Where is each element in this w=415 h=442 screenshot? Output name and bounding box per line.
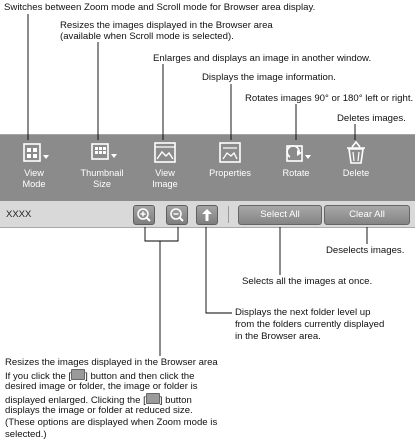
annotation-view-mode: Switches between Zoom mode and Scroll mo… (4, 2, 316, 13)
annotation-folder-up-3: in the Browser area. (235, 331, 321, 342)
annotation-clear-all: Deselects images. (326, 245, 405, 256)
view-image-label-2: Image (152, 178, 178, 189)
thumbnail-size-label-1: Thumbnail (80, 168, 124, 178)
annotation-zoom-5: displays the image or folder at reduced … (5, 405, 193, 416)
annotation-zoom-3: desired image or folder, the image or fo… (5, 381, 198, 392)
delete-label: Delete (342, 168, 370, 178)
annotation-properties: Displays the image information. (202, 72, 336, 83)
thumbnail-size-button[interactable]: Thumbnail Size (74, 141, 130, 197)
item-count: XXXX (6, 209, 32, 220)
rotate-label: Rotate (282, 168, 310, 178)
toolbar-separator (228, 206, 229, 223)
zoom-out-icon (170, 208, 184, 222)
properties-label: Properties (209, 168, 251, 178)
folder-up-icon (202, 209, 212, 221)
annotation-zoom-7: selected.) (5, 429, 47, 440)
view-image-icon (154, 142, 176, 163)
trash-icon (347, 141, 365, 164)
annotation-zoom-1: Resizes the images displayed in the Brow… (5, 357, 218, 368)
annotation-thumbnail-size-1: Resizes the images displayed in the Brow… (60, 20, 273, 31)
annotation-folder-up-1: Displays the next folder level up (235, 307, 371, 318)
view-mode-button[interactable]: View Mode (10, 141, 58, 197)
selection-bar: XXXX Select All Clear All (0, 201, 415, 228)
annotation-zoom-6: (These options are displayed when Zoom m… (5, 417, 218, 428)
annotation-thumbnail-size-2: (available when Scroll mode is selected)… (60, 31, 234, 42)
rotate-button[interactable]: Rotate (271, 141, 321, 197)
browser-toolbar: View Mode Thumbnail Size View Image Prop… (0, 134, 415, 202)
zoom-in-button[interactable] (133, 205, 155, 225)
zoom-out-button[interactable] (166, 205, 188, 225)
annotation-delete: Deletes images. (337, 113, 406, 124)
view-image-button[interactable]: View Image (140, 141, 190, 197)
view-mode-icon (23, 143, 49, 162)
zoom-in-icon (137, 208, 151, 222)
zoom-out-icon (145, 393, 160, 404)
thumbnail-size-icon (91, 143, 117, 160)
rotate-icon (286, 145, 311, 162)
annotation-folder-up-2: from the folders currently displayed (235, 319, 385, 330)
view-image-label-1: View (155, 168, 175, 178)
view-mode-label-1: View (24, 168, 44, 178)
folder-up-button[interactable] (196, 205, 218, 225)
select-all-button[interactable]: Select All (238, 205, 322, 225)
view-mode-label-2: Mode (22, 178, 46, 189)
annotation-rotate: Rotates images 90° or 180° left or right… (245, 93, 414, 104)
properties-button[interactable]: Properties (203, 141, 257, 197)
properties-icon (219, 142, 241, 163)
zoom-in-icon (71, 369, 86, 380)
delete-button[interactable]: Delete (334, 141, 378, 197)
annotation-select-all: Selects all the images at once. (242, 276, 373, 287)
clear-all-button[interactable]: Clear All (324, 205, 410, 225)
annotation-view-image: Enlarges and displays an image in anothe… (153, 53, 372, 64)
thumbnail-size-label-2: Size (93, 178, 111, 189)
